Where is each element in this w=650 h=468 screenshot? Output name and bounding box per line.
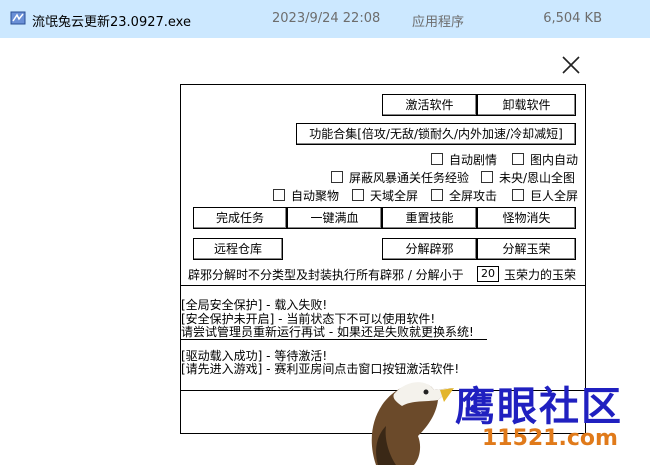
log-line: 请尝试管理员重新运行再试 - 如果还是失败就更换系统! [181, 325, 474, 339]
remote-warehouse-button[interactable]: 远程仓库 [193, 238, 283, 260]
checkbox-label: 未央/恩山全图 [499, 170, 576, 185]
watermark-title: 鹰眼社区 [455, 383, 623, 430]
reset-skill-button[interactable]: 重置技能 [382, 207, 477, 229]
checkbox-label: 自动剧情 [449, 152, 498, 167]
file-modified-date: 2023/9/24 22:08 [272, 11, 381, 26]
log-separator-middle [181, 339, 487, 340]
checkbox-box[interactable] [352, 189, 364, 201]
decompose-suffix: 玉荣力的玉荣 [504, 268, 577, 282]
activate-button[interactable]: 激活软件 [382, 94, 477, 116]
checkbox-map-auto[interactable]: 图内自动 [512, 151, 578, 167]
combo-features-button[interactable]: 功能合集[倍攻/无敌/锁耐久/内外加速/冷却减短] [296, 123, 576, 145]
checkbox-label: 屏蔽风暴通关任务经验 [349, 170, 470, 185]
checkbox-label: 巨人全屏 [530, 188, 579, 203]
checkbox-label: 自动聚物 [291, 188, 340, 203]
decompose-evil-button[interactable]: 分解辟邪 [382, 238, 477, 260]
jade-threshold-input[interactable]: 20 [477, 266, 499, 282]
decompose-jade-button[interactable]: 分解玉荣 [477, 238, 576, 260]
checkbox-block-storm[interactable]: 屏蔽风暴通关任务经验 [331, 169, 469, 185]
checkbox-auto-plot[interactable]: 自动剧情 [431, 151, 497, 167]
checkbox-weiyang-map[interactable]: 未央/恩山全图 [481, 169, 575, 185]
file-type: 应用程序 [412, 15, 465, 30]
monster-vanish-button[interactable]: 怪物消失 [477, 207, 576, 229]
exe-file-icon [10, 10, 26, 26]
checkbox-auto-gather[interactable]: 自动聚物 [273, 187, 339, 203]
file-name: 流氓兔云更新23.0927.exe [32, 15, 191, 30]
checkbox-giant-fullscreen[interactable]: 巨人全屏 [512, 187, 578, 203]
checkbox-label: 全屏攻击 [449, 188, 498, 203]
close-icon[interactable] [560, 54, 582, 76]
eagle-logo-image [356, 366, 456, 465]
checkbox-fullscreen-attack[interactable]: 全屏攻击 [431, 187, 497, 203]
checkbox-label: 天域全屏 [370, 188, 419, 203]
checkbox-box[interactable] [431, 153, 443, 165]
checkbox-label: 图内自动 [530, 152, 579, 167]
checkbox-box[interactable] [512, 153, 524, 165]
watermark-url: 11521.com [482, 426, 618, 451]
checkbox-sky-fullscreen[interactable]: 天域全屏 [352, 187, 418, 203]
file-list-row[interactable]: 流氓兔云更新23.0927.exe 2023/9/24 22:08 应用程序 6… [0, 0, 650, 38]
checkbox-box[interactable] [481, 171, 493, 183]
complete-task-button[interactable]: 完成任务 [193, 207, 287, 229]
checkbox-box[interactable] [331, 171, 343, 183]
one-key-full-hp-button[interactable]: 一键满血 [287, 207, 382, 229]
log-separator-top [181, 285, 585, 286]
checkbox-box[interactable] [512, 189, 524, 201]
checkbox-box[interactable] [431, 189, 443, 201]
uninstall-button[interactable]: 卸载软件 [477, 94, 576, 116]
file-size: 6,504 KB [543, 11, 602, 26]
decompose-description: 辟邪分解时不分类型及封装执行所有辟邪 / 分解小于 [188, 268, 464, 282]
checkbox-box[interactable] [273, 189, 285, 201]
